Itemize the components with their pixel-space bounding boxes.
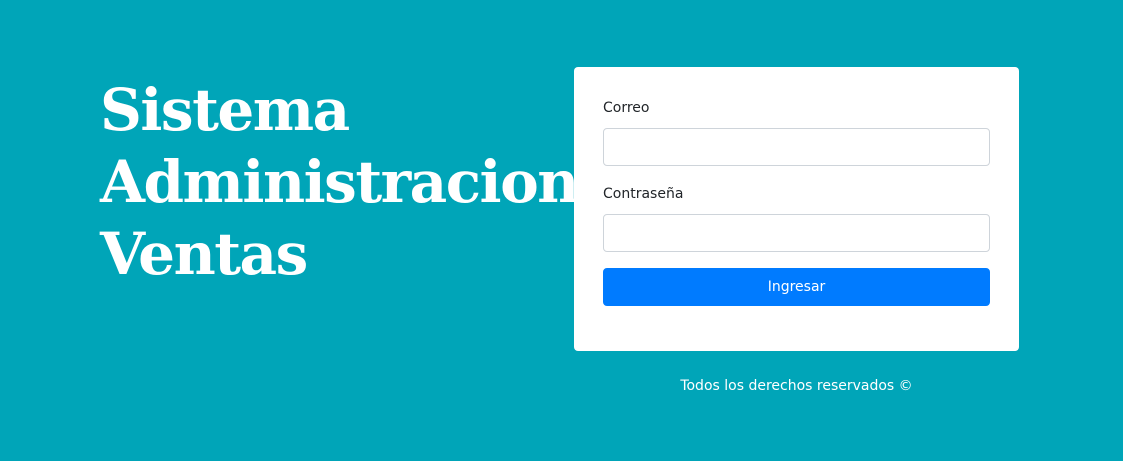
- login-form: Correo Contraseña Ingresar: [574, 67, 1019, 351]
- email-label: Correo: [603, 100, 650, 116]
- copyright-footer: Todos los derechos reservados ©: [680, 378, 913, 394]
- app-title-line-1: Sistema: [100, 76, 350, 144]
- login-button[interactable]: Ingresar: [603, 268, 990, 306]
- email-field[interactable]: [603, 128, 990, 166]
- app-title-line-3: Ventas: [100, 220, 308, 288]
- password-field[interactable]: [603, 214, 990, 252]
- app-title: Sistema Administracion Ventas: [100, 74, 579, 290]
- password-label: Contraseña: [603, 186, 684, 202]
- app-title-line-2: Administracion: [100, 148, 579, 216]
